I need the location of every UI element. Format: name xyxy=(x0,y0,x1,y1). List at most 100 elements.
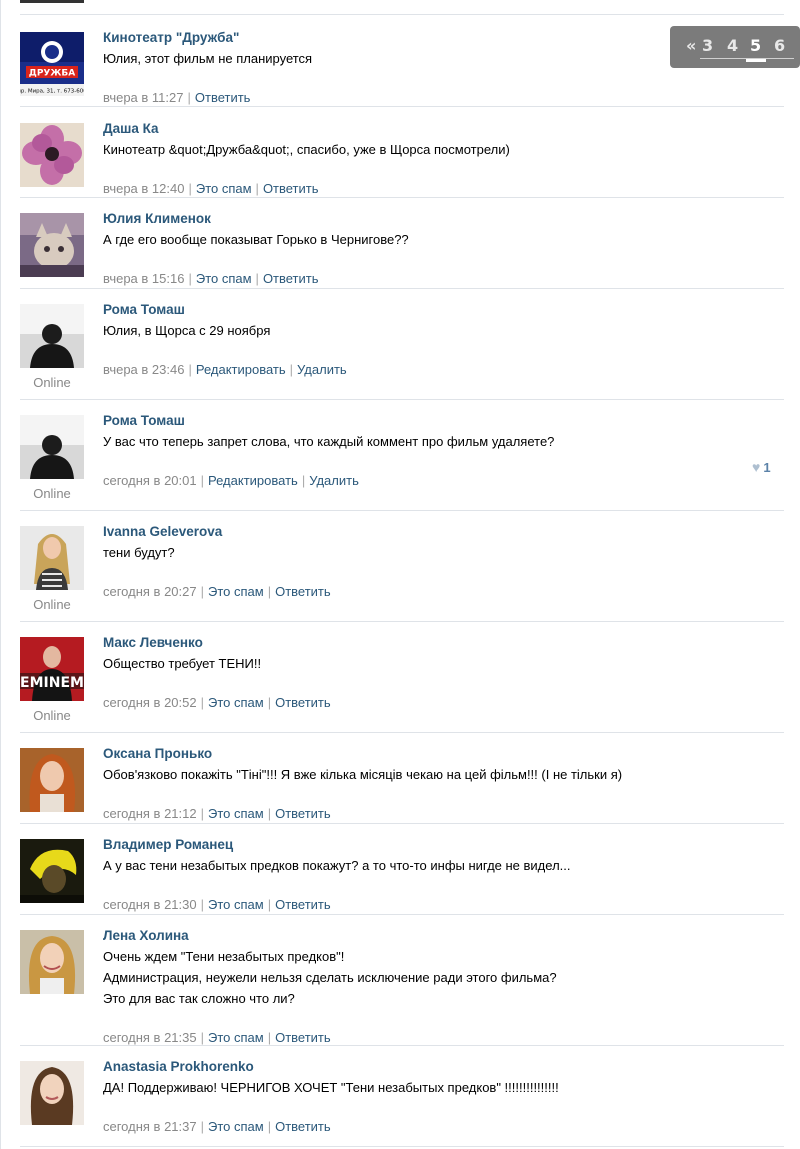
spam-link[interactable]: Это спам xyxy=(208,1119,264,1134)
pager-prev[interactable]: « xyxy=(686,36,696,55)
divider xyxy=(20,914,784,915)
comment-date[interactable]: сегодня в 20:27 xyxy=(103,584,197,599)
separator: | xyxy=(188,362,192,377)
author-name[interactable]: Лена Холина xyxy=(103,928,189,943)
comment-text: Кинотеатр &quot;Дружба&quot;, спасибо, у… xyxy=(103,142,510,157)
separator: | xyxy=(289,362,294,377)
reply-link[interactable]: Ответить xyxy=(275,806,331,821)
previous-avatar-edge xyxy=(20,0,84,3)
comment-text: ДА! Поддерживаю! ЧЕРНИГОВ ХОЧЕТ "Тени не… xyxy=(103,1080,559,1095)
author-name[interactable]: Ivanna Geleverova xyxy=(103,524,222,539)
spam-link[interactable]: Это спам xyxy=(196,271,252,286)
comment-date[interactable]: сегодня в 21:35 xyxy=(103,1030,197,1045)
divider xyxy=(20,197,784,198)
reply-link[interactable]: Ответить xyxy=(275,897,331,912)
avatar[interactable]: ДРУЖБА пр. Мира, 31, т. 673-600 xyxy=(20,32,84,96)
reply-link[interactable]: Ответить xyxy=(275,695,331,710)
separator: | xyxy=(200,584,204,599)
spam-link[interactable]: Это спам xyxy=(208,897,264,912)
page-3[interactable]: 3 xyxy=(702,36,713,55)
separator: | xyxy=(187,90,191,105)
separator: | xyxy=(267,1030,272,1045)
like-button[interactable]: ♥ 1 xyxy=(752,459,771,475)
delete-link[interactable]: Удалить xyxy=(297,362,347,377)
avatar[interactable] xyxy=(20,839,84,903)
avatar[interactable] xyxy=(20,415,84,479)
separator: | xyxy=(255,271,259,286)
comment-text: Очень ждем "Тени незабытых предков"! xyxy=(103,949,345,964)
avatar[interactable] xyxy=(20,213,84,277)
avatar[interactable] xyxy=(20,1061,84,1125)
reply-link[interactable]: Ответить xyxy=(275,1119,331,1134)
avatar[interactable] xyxy=(20,123,84,187)
page-5-current: 5 xyxy=(750,36,762,55)
author-name[interactable]: Кинотеатр "Дружба" xyxy=(103,30,239,45)
avatar[interactable] xyxy=(20,748,84,812)
reply-link[interactable]: Ответить xyxy=(263,181,319,196)
page-6[interactable]: 6 xyxy=(774,36,785,55)
avatar[interactable] xyxy=(20,526,84,590)
avatar[interactable] xyxy=(20,304,84,368)
comment-text: А где его вообще показыват Горько в Черн… xyxy=(103,232,409,247)
author-name[interactable]: Оксана Пронько xyxy=(103,746,212,761)
reply-link[interactable]: Ответить xyxy=(263,271,319,286)
page-4[interactable]: 4 xyxy=(727,36,738,55)
spam-link[interactable]: Это спам xyxy=(208,695,264,710)
comment-meta: сегодня в 20:27 | Это спам | Ответить xyxy=(103,584,331,599)
spam-link[interactable]: Это спам xyxy=(196,181,252,196)
comment-text: Общество требует ТЕНИ!! xyxy=(103,656,262,671)
avatar[interactable]: EMINEM xyxy=(20,637,84,701)
comment-meta: сегодня в 20:01 | Редактировать | Удалить xyxy=(103,473,359,488)
comment-date[interactable]: вчера в 11:27 xyxy=(103,90,183,105)
comment-date[interactable]: сегодня в 20:52 xyxy=(103,695,197,710)
comment-text: Администрация, неужели нельзя сделать ис… xyxy=(103,970,557,985)
comment-date[interactable]: сегодня в 21:30 xyxy=(103,897,197,912)
comment-date[interactable]: сегодня в 20:01 xyxy=(103,473,197,488)
separator: | xyxy=(255,181,259,196)
comment-text: У вас что теперь запрет слова, что кажды… xyxy=(103,434,555,449)
reply-link[interactable]: Ответить xyxy=(275,584,331,599)
like-count: 1 xyxy=(763,460,771,475)
spam-link[interactable]: Это спам xyxy=(208,584,264,599)
reply-link[interactable]: Ответить xyxy=(195,90,251,105)
comment-date[interactable]: вчера в 23:46 xyxy=(103,362,184,377)
divider xyxy=(20,732,784,733)
comment-text: А у вас тени незабытых предков покажут? … xyxy=(103,858,571,873)
separator: | xyxy=(267,897,272,912)
separator: | xyxy=(267,695,272,710)
separator: | xyxy=(200,897,204,912)
author-name[interactable]: Рома Томаш xyxy=(103,302,185,317)
spam-link[interactable]: Это спам xyxy=(208,1030,264,1045)
author-name[interactable]: Рома Томаш xyxy=(103,413,185,428)
comment-date[interactable]: вчера в 12:40 xyxy=(103,181,184,196)
edit-link[interactable]: Редактировать xyxy=(196,362,286,377)
heart-icon: ♥ xyxy=(752,459,761,475)
pagination[interactable]: « 3 4 5 6 xyxy=(670,26,800,68)
author-name[interactable]: Владимер Романец xyxy=(103,837,233,852)
comment-meta: вчера в 15:16 | Это спам | Ответить xyxy=(103,271,319,286)
delete-link[interactable]: Удалить xyxy=(309,473,359,488)
divider xyxy=(20,106,784,107)
comment-date[interactable]: сегодня в 21:37 xyxy=(103,1119,197,1134)
comment-date[interactable]: сегодня в 21:12 xyxy=(103,806,197,821)
spam-link[interactable]: Это спам xyxy=(208,806,264,821)
reply-link[interactable]: Ответить xyxy=(275,1030,331,1045)
author-name[interactable]: Даша Ка xyxy=(103,121,159,136)
logo-address: пр. Мира, 31, т. 673-600 xyxy=(20,89,84,95)
divider xyxy=(20,823,784,824)
author-name[interactable]: Anastasia Prokhorenko xyxy=(103,1059,254,1074)
edit-link[interactable]: Редактировать xyxy=(208,473,298,488)
comment-date[interactable]: вчера в 15:16 xyxy=(103,271,184,286)
author-name[interactable]: Макс Левченко xyxy=(103,635,203,650)
comment-meta: сегодня в 21:30 | Это спам | Ответить xyxy=(103,897,331,912)
avatar[interactable] xyxy=(20,930,84,994)
separator: | xyxy=(267,584,272,599)
comment-meta: вчера в 11:27 | Ответить xyxy=(103,90,250,105)
author-name[interactable]: Юлия Клименок xyxy=(103,211,211,226)
comment-text: Юлия, в Щорса с 29 ноября xyxy=(103,323,271,338)
divider xyxy=(20,399,784,400)
separator: | xyxy=(200,806,204,821)
separator: | xyxy=(188,271,192,286)
comment-meta: сегодня в 21:37 | Это спам | Ответить xyxy=(103,1119,331,1134)
comment-text: тени будут? xyxy=(103,545,175,560)
